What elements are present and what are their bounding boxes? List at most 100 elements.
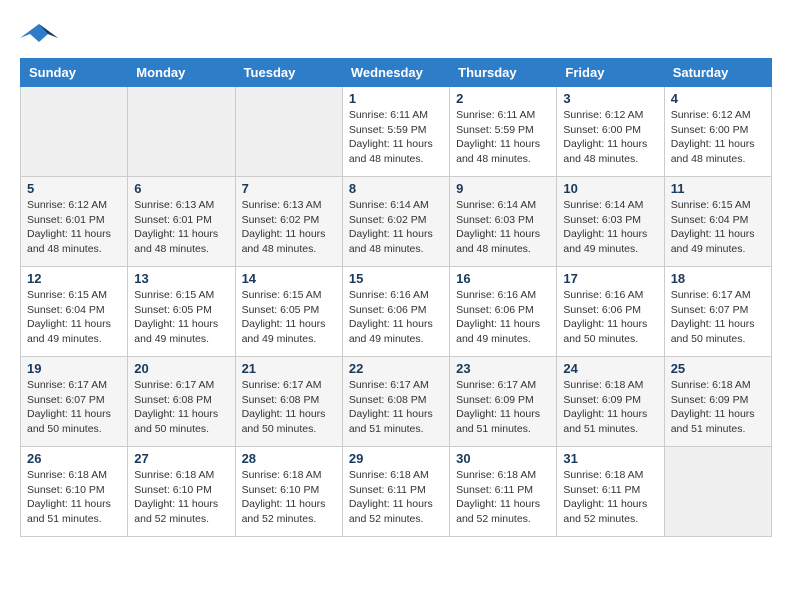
day-number: 18	[671, 271, 765, 286]
day-number: 2	[456, 91, 550, 106]
day-cell-2: 2 Sunrise: 6:11 AMSunset: 5:59 PMDaylight…	[450, 87, 557, 177]
day-number: 11	[671, 181, 765, 196]
day-cell-23: 23 Sunrise: 6:17 AMSunset: 6:09 PMDayligh…	[450, 357, 557, 447]
day-number: 17	[563, 271, 657, 286]
day-cell-22: 22 Sunrise: 6:17 AMSunset: 6:08 PMDayligh…	[342, 357, 449, 447]
day-cell-16: 16 Sunrise: 6:16 AMSunset: 6:06 PMDayligh…	[450, 267, 557, 357]
weekday-header-tuesday: Tuesday	[235, 59, 342, 87]
day-cell-26: 26 Sunrise: 6:18 AMSunset: 6:10 PMDayligh…	[21, 447, 128, 537]
day-info: Sunrise: 6:14 AMSunset: 6:02 PMDaylight:…	[349, 198, 443, 257]
day-info: Sunrise: 6:18 AMSunset: 6:11 PMDaylight:…	[349, 468, 443, 527]
day-cell-30: 30 Sunrise: 6:18 AMSunset: 6:11 PMDayligh…	[450, 447, 557, 537]
day-cell-12: 12Sunrise: 6:15 AMSunset: 6:04 PMDayligh…	[21, 267, 128, 357]
day-number: 8	[349, 181, 443, 196]
week-row-5: 26 Sunrise: 6:18 AMSunset: 6:10 PMDayligh…	[21, 447, 772, 537]
day-info: Sunrise: 6:13 AMSunset: 6:02 PMDaylight:…	[242, 198, 336, 257]
day-number: 31	[563, 451, 657, 466]
empty-cell	[235, 87, 342, 177]
weekday-header-saturday: Saturday	[664, 59, 771, 87]
day-info: Sunrise: 6:17 AMSunset: 6:08 PMDaylight:…	[242, 378, 336, 437]
day-cell-8: 8 Sunrise: 6:14 AMSunset: 6:02 PMDaylight…	[342, 177, 449, 267]
day-info: Sunrise: 6:15 AMSunset: 6:05 PMDaylight:…	[242, 288, 336, 347]
day-info: Sunrise: 6:18 AMSunset: 6:10 PMDaylight:…	[27, 468, 121, 527]
day-info: Sunrise: 6:15 AMSunset: 6:04 PMDaylight:…	[27, 288, 121, 347]
day-info: Sunrise: 6:18 AMSunset: 6:10 PMDaylight:…	[242, 468, 336, 527]
weekday-header-wednesday: Wednesday	[342, 59, 449, 87]
day-info: Sunrise: 6:17 AMSunset: 6:08 PMDaylight:…	[349, 378, 443, 437]
day-number: 21	[242, 361, 336, 376]
day-number: 29	[349, 451, 443, 466]
day-cell-7: 7 Sunrise: 6:13 AMSunset: 6:02 PMDaylight…	[235, 177, 342, 267]
day-cell-17: 17 Sunrise: 6:16 AMSunset: 6:06 PMDayligh…	[557, 267, 664, 357]
day-cell-4: 4Sunrise: 6:12 AMSunset: 6:00 PMDaylight…	[664, 87, 771, 177]
day-number: 10	[563, 181, 657, 196]
page-header	[20, 20, 772, 48]
day-number: 3	[563, 91, 657, 106]
day-number: 30	[456, 451, 550, 466]
day-info: Sunrise: 6:18 AMSunset: 6:10 PMDaylight:…	[134, 468, 228, 527]
day-cell-15: 15 Sunrise: 6:16 AMSunset: 6:06 PMDayligh…	[342, 267, 449, 357]
day-info: Sunrise: 6:18 AMSunset: 6:11 PMDaylight:…	[563, 468, 657, 527]
weekday-header-thursday: Thursday	[450, 59, 557, 87]
day-info: Sunrise: 6:16 AMSunset: 6:06 PMDaylight:…	[456, 288, 550, 347]
day-info: Sunrise: 6:15 AMSunset: 6:05 PMDaylight:…	[134, 288, 228, 347]
weekday-header-monday: Monday	[128, 59, 235, 87]
day-number: 1	[349, 91, 443, 106]
empty-cell	[664, 447, 771, 537]
empty-cell	[128, 87, 235, 177]
day-number: 20	[134, 361, 228, 376]
day-number: 15	[349, 271, 443, 286]
day-info: Sunrise: 6:12 AMSunset: 6:01 PMDaylight:…	[27, 198, 121, 257]
day-cell-29: 29 Sunrise: 6:18 AMSunset: 6:11 PMDayligh…	[342, 447, 449, 537]
day-number: 5	[27, 181, 121, 196]
day-cell-31: 31 Sunrise: 6:18 AMSunset: 6:11 PMDayligh…	[557, 447, 664, 537]
day-info: Sunrise: 6:12 AMSunset: 6:00 PMDaylight:…	[563, 108, 657, 167]
week-row-1: 1 Sunrise: 6:11 AMSunset: 5:59 PMDaylight…	[21, 87, 772, 177]
day-cell-19: 19Sunrise: 6:17 AMSunset: 6:07 PMDayligh…	[21, 357, 128, 447]
day-number: 22	[349, 361, 443, 376]
day-info: Sunrise: 6:14 AMSunset: 6:03 PMDaylight:…	[456, 198, 550, 257]
day-number: 14	[242, 271, 336, 286]
day-info: Sunrise: 6:12 AMSunset: 6:00 PMDaylight:…	[671, 108, 765, 167]
day-number: 24	[563, 361, 657, 376]
day-info: Sunrise: 6:18 AMSunset: 6:11 PMDaylight:…	[456, 468, 550, 527]
day-number: 6	[134, 181, 228, 196]
week-row-3: 12Sunrise: 6:15 AMSunset: 6:04 PMDayligh…	[21, 267, 772, 357]
day-number: 13	[134, 271, 228, 286]
day-cell-10: 10 Sunrise: 6:14 AMSunset: 6:03 PMDayligh…	[557, 177, 664, 267]
day-cell-1: 1Sunrise: 6:11 AMSunset: 5:59 PMDaylight…	[342, 87, 449, 177]
empty-cell	[21, 87, 128, 177]
day-info: Sunrise: 6:13 AMSunset: 6:01 PMDaylight:…	[134, 198, 228, 257]
day-cell-18: 18 Sunrise: 6:17 AMSunset: 6:07 PMDayligh…	[664, 267, 771, 357]
day-info: Sunrise: 6:18 AMSunset: 6:09 PMDaylight:…	[563, 378, 657, 437]
day-number: 7	[242, 181, 336, 196]
weekday-header-friday: Friday	[557, 59, 664, 87]
day-info: Sunrise: 6:17 AMSunset: 6:09 PMDaylight:…	[456, 378, 550, 437]
day-cell-6: 6 Sunrise: 6:13 AMSunset: 6:01 PMDaylight…	[128, 177, 235, 267]
day-number: 25	[671, 361, 765, 376]
day-info: Sunrise: 6:16 AMSunset: 6:06 PMDaylight:…	[563, 288, 657, 347]
day-cell-21: 21 Sunrise: 6:17 AMSunset: 6:08 PMDayligh…	[235, 357, 342, 447]
day-number: 16	[456, 271, 550, 286]
day-info: Sunrise: 6:17 AMSunset: 6:07 PMDaylight:…	[671, 288, 765, 347]
day-info: Sunrise: 6:18 AMSunset: 6:09 PMDaylight:…	[671, 378, 765, 437]
day-number: 23	[456, 361, 550, 376]
day-info: Sunrise: 6:16 AMSunset: 6:06 PMDaylight:…	[349, 288, 443, 347]
day-info: Sunrise: 6:15 AMSunset: 6:04 PMDaylight:…	[671, 198, 765, 257]
weekday-header-sunday: Sunday	[21, 59, 128, 87]
day-info: Sunrise: 6:17 AMSunset: 6:08 PMDaylight:…	[134, 378, 228, 437]
week-row-4: 19Sunrise: 6:17 AMSunset: 6:07 PMDayligh…	[21, 357, 772, 447]
day-info: Sunrise: 6:11 AMSunset: 5:59 PMDaylight:…	[456, 108, 550, 167]
day-cell-20: 20 Sunrise: 6:17 AMSunset: 6:08 PMDayligh…	[128, 357, 235, 447]
day-cell-27: 27 Sunrise: 6:18 AMSunset: 6:10 PMDayligh…	[128, 447, 235, 537]
day-cell-24: 24 Sunrise: 6:18 AMSunset: 6:09 PMDayligh…	[557, 357, 664, 447]
day-number: 9	[456, 181, 550, 196]
day-number: 26	[27, 451, 121, 466]
day-cell-28: 28Sunrise: 6:18 AMSunset: 6:10 PMDayligh…	[235, 447, 342, 537]
day-info: Sunrise: 6:14 AMSunset: 6:03 PMDaylight:…	[563, 198, 657, 257]
logo	[20, 20, 62, 48]
weekday-header-row: SundayMondayTuesdayWednesdayThursdayFrid…	[21, 59, 772, 87]
day-cell-13: 13 Sunrise: 6:15 AMSunset: 6:05 PMDayligh…	[128, 267, 235, 357]
day-number: 27	[134, 451, 228, 466]
logo-bird-icon	[20, 20, 58, 48]
